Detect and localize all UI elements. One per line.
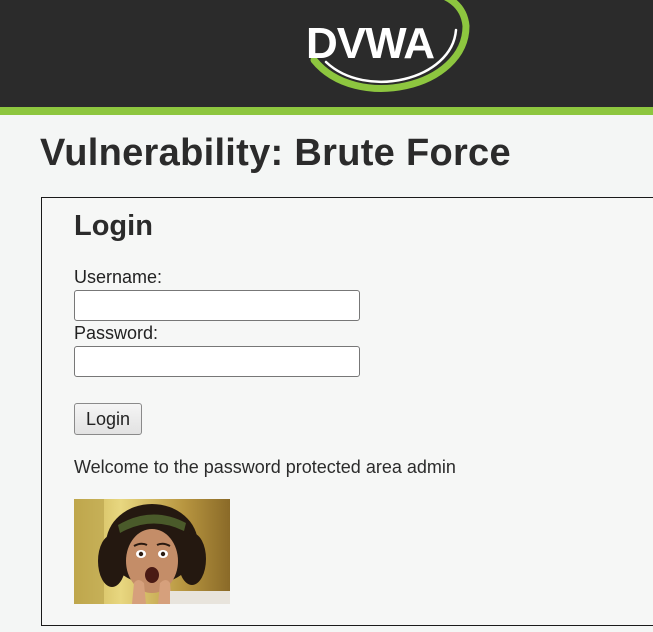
password-input[interactable]: [74, 346, 360, 377]
password-label: Password:: [74, 323, 159, 343]
welcome-message: Welcome to the password protected area a…: [74, 457, 456, 477]
login-button[interactable]: Login: [74, 403, 143, 435]
svg-text:DVWA: DVWA: [306, 19, 434, 68]
page-title: Vulnerability: Brute Force: [40, 132, 511, 174]
username-input[interactable]: [74, 290, 360, 321]
login-heading: Login: [74, 210, 153, 242]
site-header: DVWA: [0, 0, 653, 107]
surprised-user-photo: [74, 499, 230, 604]
username-label: Username:: [74, 267, 163, 287]
header-accent-stripe: [0, 107, 653, 115]
dvwa-logo: DVWA: [306, 0, 470, 92]
login-panel: Login Username: Password: Login Welcome …: [41, 197, 653, 626]
